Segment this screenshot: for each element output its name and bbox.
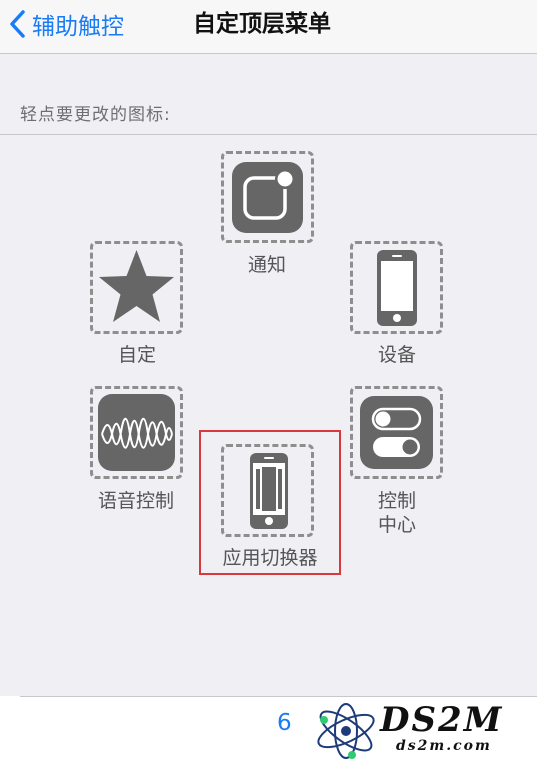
section-divider (0, 134, 537, 135)
slot-voice-control[interactable] (90, 386, 183, 479)
icon-count-value: 6 (277, 710, 292, 736)
slot-device[interactable] (350, 241, 443, 334)
waveform-icon (98, 394, 175, 471)
star-icon (99, 250, 174, 322)
slot-label-control-center-line2: 中心 (377, 514, 416, 536)
watermark: DS2M ds2m.com (312, 700, 532, 760)
section-instruction: 轻点要更改的图标: (20, 105, 171, 125)
page-title: 自定顶层菜单 (193, 11, 331, 37)
watermark-main-text: DS2M (380, 700, 504, 740)
back-button-label: 辅助触控 (32, 14, 124, 40)
slot-label-voice-control: 语音控制 (97, 490, 174, 512)
toggle-switches-icon (360, 396, 433, 469)
chevron-left-icon (10, 10, 25, 38)
highlight-box (199, 430, 341, 575)
icon-count-row[interactable]: 6 DS2M ds2m.com (0, 696, 537, 763)
watermark-sub-text: ds2m.com (396, 738, 492, 754)
row-divider (20, 696, 537, 697)
notification-icon (232, 162, 303, 233)
back-button[interactable]: 辅助触控 (8, 6, 124, 42)
slot-label-custom: 自定 (117, 344, 156, 366)
atom-logo-icon (317, 703, 375, 759)
slot-notification[interactable] (221, 151, 314, 243)
iphone-icon (377, 250, 417, 326)
slot-label-notification: 通知 (247, 254, 286, 276)
slot-custom[interactable] (90, 241, 183, 334)
navigation-bar: 辅助触控 自定顶层菜单 (0, 0, 537, 54)
slot-control-center[interactable] (350, 386, 443, 479)
slot-label-device: 设备 (377, 344, 416, 366)
slot-label-control-center-line1: 控制 (377, 490, 416, 512)
